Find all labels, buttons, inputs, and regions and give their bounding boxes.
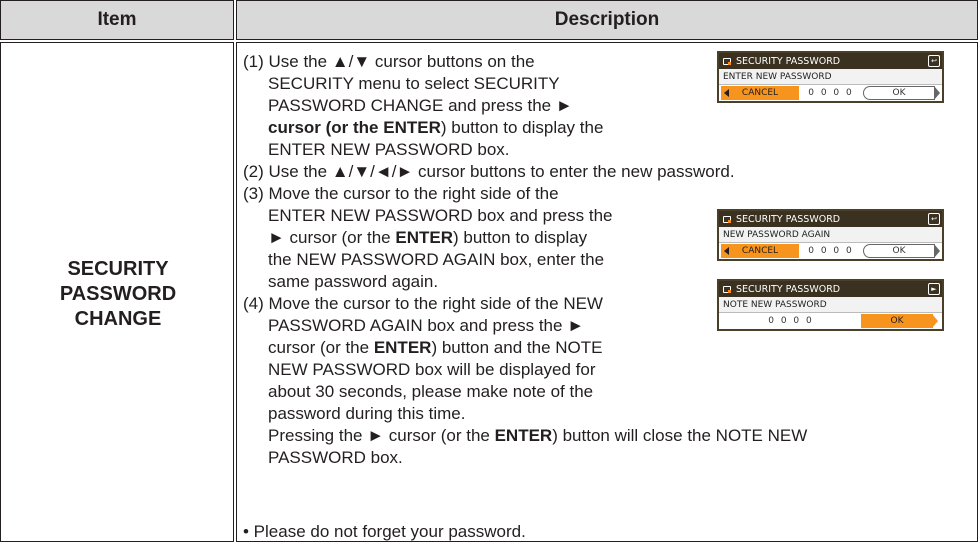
header-item-label: Item [97, 9, 137, 30]
step-3-line: the NEW PASSWORD AGAIN box, enter the [268, 250, 605, 269]
reminder-text: • Please do not forget your password. [243, 522, 526, 541]
ok-button[interactable]: OK [861, 314, 938, 328]
osd-button-row: 0 0 0 0 OK [719, 313, 942, 329]
bold-text: ENTER [494, 426, 553, 445]
projector-icon [723, 285, 732, 294]
password-digits: 0 0 0 0 [768, 316, 814, 326]
step-1-line: PASSWORD CHANGE and press the ► [268, 96, 573, 115]
osd-title-bar: SECURITY PASSWORD ► [719, 281, 942, 297]
password-digits[interactable]: 0 0 0 0 [799, 246, 863, 256]
osd-subtitle: NOTE NEW PASSWORD [719, 297, 942, 313]
osd-enter-new-password: SECURITY PASSWORD ↩ ENTER NEW PASSWORD C… [717, 51, 944, 103]
password-digits[interactable]: 0 0 0 0 [799, 88, 863, 98]
projector-icon [723, 215, 732, 224]
osd-new-password-again: SECURITY PASSWORD ↩ NEW PASSWORD AGAIN C… [717, 209, 944, 261]
bold-text: ENTER [373, 338, 432, 357]
step-3-line: ENTER NEW PASSWORD box and press the [268, 206, 613, 225]
ok-button[interactable]: OK [863, 86, 940, 100]
step-4-line: cursor (or the ENTER) button and the NOT… [243, 337, 807, 359]
osd-subtitle: NEW PASSWORD AGAIN [719, 227, 942, 243]
step-1-line: cursor (or the ENTER) button to display … [243, 117, 603, 139]
step-3: (3) Move the cursor to the right side of… [243, 183, 613, 293]
step-1-line: ENTER NEW PASSWORD box. [268, 140, 510, 159]
step-4-text: ) button and the NOTE [431, 338, 603, 357]
step-2: (2) Use the ▲/▼/◄/► cursor buttons to en… [243, 161, 735, 183]
osd-title: SECURITY PASSWORD [736, 283, 841, 295]
item-name-line: CHANGE [74, 308, 162, 330]
bold-text: cursor (or the ENTER [268, 118, 441, 137]
item-name: SECURITY PASSWORD CHANGE [1, 257, 235, 332]
osd-note-new-password: SECURITY PASSWORD ► NOTE NEW PASSWORD 0 … [717, 279, 944, 331]
header-item: Item [0, 0, 234, 40]
cancel-button[interactable]: CANCEL [721, 86, 799, 100]
step-4-line: about 30 seconds, please make note of th… [268, 382, 594, 401]
step-3-line: (3) Move the cursor to the right side of… [243, 184, 559, 203]
description-cell: (1) Use the ▲/▼ cursor buttons on the SE… [236, 42, 978, 542]
step-4-text: ) button will close the NOTE NEW [552, 426, 808, 445]
step-1-line: (1) Use the ▲/▼ cursor buttons on the [243, 52, 535, 71]
osd-title: SECURITY PASSWORD [736, 213, 841, 225]
step-4-line: Pressing the ► cursor (or the ENTER) but… [243, 425, 807, 447]
description-table: Item Description SECURITY PASSWORD CHANG… [0, 0, 978, 542]
step-4-line: PASSWORD box. [268, 448, 403, 467]
step-3-line: same password again. [268, 272, 439, 291]
osd-title-bar: SECURITY PASSWORD ↩ [719, 211, 942, 227]
projector-icon [723, 57, 732, 66]
header-description-label: Description [554, 9, 660, 30]
osd-button-row: CANCEL 0 0 0 0 OK [719, 243, 942, 259]
step-1-line: SECURITY menu to select SECURITY [268, 74, 560, 93]
step-3-text: ) button to display [452, 228, 588, 247]
step-4-text: cursor (or the [268, 338, 374, 357]
item-name-line: PASSWORD [59, 283, 177, 305]
next-icon: ► [928, 283, 940, 295]
item-cell: SECURITY PASSWORD CHANGE [0, 42, 234, 542]
osd-title-bar: SECURITY PASSWORD ↩ [719, 53, 942, 69]
item-name-line: SECURITY [67, 258, 169, 280]
bold-text: ENTER [395, 228, 453, 247]
step-1: (1) Use the ▲/▼ cursor buttons on the SE… [243, 51, 603, 161]
password-reminder: • Please do not forget your password. [243, 521, 526, 543]
header-description: Description [236, 0, 978, 40]
step-4-line: NEW PASSWORD box will be displayed for [268, 360, 596, 379]
osd-title: SECURITY PASSWORD [736, 55, 841, 67]
step-1-text: ) button to display the [440, 118, 604, 137]
step-3-text: ► cursor (or the [268, 228, 396, 247]
cancel-button[interactable]: CANCEL [721, 244, 799, 258]
step-3-line: ► cursor (or the ENTER) button to displa… [243, 227, 613, 249]
step-2-line: (2) Use the ▲/▼/◄/► cursor buttons to en… [243, 162, 735, 181]
osd-button-row: CANCEL 0 0 0 0 OK [719, 85, 942, 101]
osd-subtitle: ENTER NEW PASSWORD [719, 69, 942, 85]
step-4-text: Pressing the ► cursor (or the [268, 426, 495, 445]
step-4-line: password during this time. [268, 404, 466, 423]
return-icon: ↩ [928, 55, 940, 67]
ok-button[interactable]: OK [863, 244, 940, 258]
return-icon: ↩ [928, 213, 940, 225]
